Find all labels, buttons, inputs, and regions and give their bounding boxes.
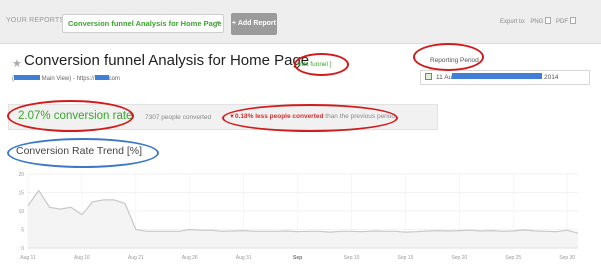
chevron-down-icon: ▾ [216, 20, 220, 27]
x-tick-label: Aug 21 [128, 255, 144, 261]
x-tick-label: Sep 20 [451, 255, 467, 261]
page-title: Conversion funnel Analysis for Home Page [24, 52, 310, 69]
redacted-block [452, 73, 543, 79]
series-area [28, 190, 578, 248]
annotation-ellipse-reporting-period [413, 43, 484, 71]
png-file-icon [545, 17, 552, 24]
your-reports-label: YOUR REPORTS [6, 17, 65, 24]
export-controls: Export to: PNG PDF [500, 17, 577, 25]
report-selector[interactable]: Conversion funnel Analysis for Home Page… [62, 14, 224, 33]
top-toolbar: YOUR REPORTS Conversion funnel Analysis … [0, 0, 601, 44]
people-converted-text: 7307 people converted [145, 114, 212, 121]
report-selector-value: Conversion funnel Analysis for Home Page [68, 19, 222, 28]
annotation-ellipse-comparison [222, 104, 398, 132]
x-tick-label: Sep 10 [344, 255, 360, 261]
x-tick-label: Sep 15 [398, 255, 414, 261]
calendar-icon [425, 73, 432, 80]
redacted-block [94, 75, 109, 80]
x-tick-label: Aug 16 [74, 255, 90, 261]
x-tick-label: Aug 31 [236, 255, 252, 261]
export-label: Export to: [500, 19, 526, 25]
reporting-period-field[interactable]: 11 Au 2014 [420, 70, 590, 85]
x-tick-label: Sep 30 [559, 255, 575, 261]
x-tick-label: Aug 11 [20, 255, 36, 261]
y-tick-label: 10 [18, 209, 24, 215]
y-tick-label: 15 [18, 191, 24, 197]
x-tick-label: Sep 25 [505, 255, 521, 261]
annotation-ellipse-trend-title [7, 138, 159, 168]
export-png-button[interactable]: PNG [530, 17, 552, 25]
y-tick-label: 20 [18, 172, 24, 178]
add-report-button[interactable]: + Add Report [231, 13, 277, 35]
annotation-ellipse-conversion-rate [7, 100, 134, 132]
pdf-file-icon [570, 17, 577, 24]
trend-chart-svg: 20 15 10 5 0 Aug 11 Aug 16 Aug 21 Aug 26 Aug 31 Se… [18, 172, 579, 261]
redacted-block [14, 75, 40, 80]
export-pdf-button[interactable]: PDF [556, 17, 577, 25]
page-subtitle: ( Main View) - https://com [12, 75, 120, 82]
annotation-ellipse-edit-funnel [294, 53, 349, 76]
x-tick-label: Sep [293, 255, 302, 261]
y-tick-label: 5 [21, 228, 24, 234]
x-tick-label: Aug 26 [182, 255, 198, 261]
conversion-trend-chart: 20 15 10 5 0 Aug 11 Aug 16 Aug 21 Aug 26 Aug 31 Se… [8, 166, 593, 265]
y-tick-label: 0 [21, 246, 24, 252]
favorite-star-icon[interactable]: ★ [12, 57, 22, 70]
